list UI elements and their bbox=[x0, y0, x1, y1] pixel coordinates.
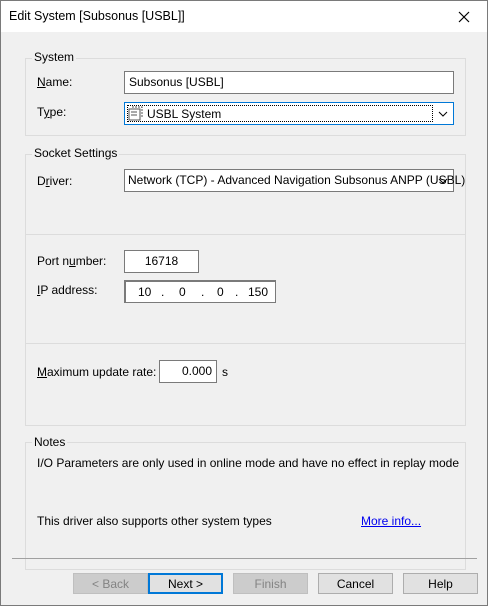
finish-button-label: Finish bbox=[254, 576, 287, 591]
ip-address-field[interactable]: 10 . 0 . 0 . 150 bbox=[124, 280, 276, 303]
ip-address-label: IP address: bbox=[37, 283, 98, 297]
chevron-down-icon bbox=[435, 172, 451, 189]
name-label: Name: bbox=[37, 75, 73, 89]
name-field[interactable]: Subsonus [USBL] bbox=[124, 71, 454, 94]
help-button[interactable]: Help bbox=[403, 573, 478, 594]
driver-select[interactable]: Network (TCP) - Advanced Navigation Subs… bbox=[124, 169, 465, 192]
system-group-label: System bbox=[32, 50, 77, 64]
type-label: Type: bbox=[37, 105, 67, 119]
name-field-value: Subsonus [USBL] bbox=[129, 75, 224, 89]
ip-dot-1: . bbox=[161, 285, 165, 299]
socket-divider-2 bbox=[26, 343, 465, 344]
ip-dot-3: . bbox=[235, 285, 239, 299]
ip-octet-4[interactable]: 150 bbox=[248, 285, 268, 299]
chevron-down-icon bbox=[435, 105, 451, 122]
driver-support-text: This driver also supports other system t… bbox=[37, 514, 272, 528]
notes-text: I/O Parameters are only used in online m… bbox=[37, 456, 460, 470]
max-update-rate-field[interactable]: 0.000 bbox=[159, 360, 217, 383]
ip-octet-1[interactable]: 10 bbox=[138, 285, 151, 299]
title-bar: Edit System [Subsonus [USBL]] bbox=[1, 1, 487, 32]
next-button-label: Next > bbox=[167, 576, 203, 591]
footer-divider bbox=[12, 558, 477, 559]
finish-button[interactable]: Finish bbox=[233, 573, 308, 594]
driver-select-value: Network (TCP) - Advanced Navigation Subs… bbox=[128, 173, 466, 187]
close-icon bbox=[458, 11, 470, 22]
socket-divider-1 bbox=[26, 234, 465, 235]
cancel-button-label: Cancel bbox=[336, 576, 375, 591]
ip-octet-2[interactable]: 0 bbox=[179, 285, 186, 299]
type-select[interactable]: USBL System bbox=[124, 102, 454, 125]
port-number-label: Port number: bbox=[37, 254, 107, 268]
dialog-client-area: System Name: Subsonus [USBL] Type: USBL … bbox=[1, 32, 487, 605]
max-update-rate-label: Maximum update rate: bbox=[37, 365, 157, 379]
dialog-title: Edit System [Subsonus [USBL]] bbox=[9, 9, 185, 23]
type-select-value: USBL System bbox=[147, 106, 222, 121]
edit-system-dialog: Edit System [Subsonus [USBL]] System Nam… bbox=[0, 0, 488, 606]
port-number-field[interactable]: 16718 bbox=[124, 250, 199, 273]
driver-label: Driver: bbox=[37, 174, 73, 188]
cancel-button[interactable]: Cancel bbox=[318, 573, 393, 594]
more-info-link[interactable]: More info... bbox=[361, 514, 421, 528]
close-button[interactable] bbox=[441, 1, 487, 32]
notes-group-label: Notes bbox=[32, 435, 68, 449]
socket-settings-group-label: Socket Settings bbox=[32, 146, 120, 160]
help-button-label: Help bbox=[428, 576, 453, 591]
rate-unit-label: s bbox=[222, 365, 228, 379]
ip-octet-3[interactable]: 0 bbox=[217, 285, 224, 299]
max-update-rate-value: 0.000 bbox=[181, 364, 212, 378]
next-button[interactable]: Next > bbox=[148, 573, 223, 594]
back-button-label: < Back bbox=[91, 576, 130, 591]
ip-dot-2: . bbox=[201, 285, 205, 299]
back-button[interactable]: < Back bbox=[73, 573, 148, 594]
port-number-value: 16718 bbox=[144, 254, 179, 268]
usbl-system-icon bbox=[128, 106, 143, 121]
